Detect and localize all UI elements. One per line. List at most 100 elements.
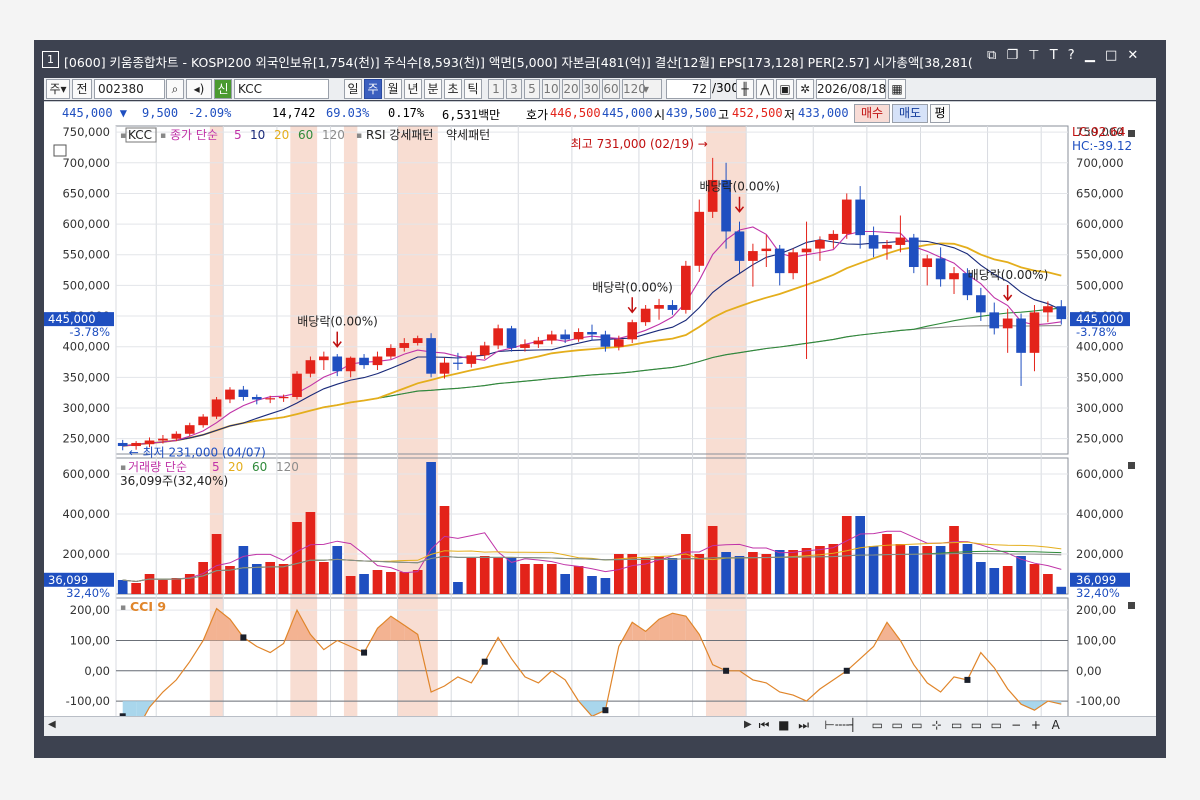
candle-body	[989, 312, 1000, 329]
volume-bar	[198, 562, 208, 594]
candle-body	[560, 334, 571, 340]
candle-body	[426, 338, 436, 374]
volume-bar	[439, 506, 450, 594]
close-icon[interactable]: ✕	[1127, 48, 1138, 63]
period-button[interactable]: 분	[424, 79, 442, 99]
volume-bar	[506, 558, 517, 594]
open-price: 439,500	[666, 106, 717, 120]
candle-type-icon[interactable]: ╫	[736, 79, 754, 99]
layout-icon-5[interactable]: ▭	[968, 718, 984, 732]
chart-area[interactable]: 250,000 250,000 300,000 300,000 350,000 350,0…	[44, 124, 1156, 736]
cci-axis-tick-right: 200,00	[1076, 603, 1116, 617]
candle-body	[439, 362, 450, 374]
minute-button[interactable]: 10	[542, 79, 560, 99]
layout-icon-2[interactable]: ▭	[889, 718, 905, 732]
zoom-in-icon[interactable]: +	[1028, 718, 1044, 732]
period-button[interactable]: 월	[384, 79, 402, 99]
zoom-out-icon[interactable]: −	[1008, 718, 1024, 732]
candle-body	[546, 334, 557, 341]
horizontal-scrollbar[interactable]: ◀ ▶ ⏮ ■ ⏭ ⊢╌╌┤ ▭ ▭ ▭ ⊹ ▭ ▭ ▭ − + A	[44, 716, 1156, 736]
minute-button[interactable]: 30	[582, 79, 600, 99]
scroll-left-icon[interactable]: ◀	[48, 719, 56, 730]
period-button[interactable]: 일	[344, 79, 362, 99]
credit-badge[interactable]: 신	[214, 79, 232, 99]
crosshair-icon[interactable]: ⊹	[929, 718, 945, 732]
zoom-slider[interactable]: ⊢╌╌┤	[815, 718, 865, 732]
stop-icon[interactable]: ■	[776, 718, 792, 732]
minute-button[interactable]: 1	[488, 79, 504, 99]
volume-bar	[117, 580, 128, 594]
window-number[interactable]: 1	[42, 51, 59, 68]
buy-button[interactable]: 매수	[854, 104, 890, 123]
save-icon[interactable]: ▣	[776, 79, 794, 99]
open-label: 시	[654, 108, 666, 122]
help-icon[interactable]: ?	[1068, 48, 1075, 63]
minute-button[interactable]: 60	[602, 79, 620, 99]
candle-body	[453, 362, 463, 364]
cci-overbought-fill	[659, 613, 673, 641]
volume-ma-period: 60	[252, 460, 267, 474]
copy-icon[interactable]: ❐	[1006, 48, 1018, 63]
date-input[interactable]: 2026/08/18	[816, 79, 886, 99]
type-select[interactable]: 주▾	[46, 79, 70, 99]
scroll-right-icon[interactable]: ▶	[744, 719, 752, 730]
all-button[interactable]: 전	[72, 79, 92, 99]
candle-body	[479, 345, 490, 356]
layout-icon-3[interactable]: ▭	[909, 718, 925, 732]
volume-axis-tick-right: 400,000	[1076, 507, 1124, 521]
cci-axis-tick-right: 100,00	[1076, 633, 1116, 647]
minute-button[interactable]: 120	[622, 79, 646, 99]
period-button[interactable]: 틱	[464, 79, 482, 99]
volume-axis-tick-left: 400,000	[62, 507, 110, 521]
layout-icon-4[interactable]: ▭	[949, 718, 965, 732]
period-button[interactable]: 년	[404, 79, 422, 99]
font-icon[interactable]: T	[1050, 48, 1058, 63]
candle-body	[895, 237, 906, 245]
volume-rate-right: 32,40%	[1076, 586, 1120, 600]
candle-body	[332, 356, 343, 372]
volume-bar	[399, 572, 410, 594]
minimize-icon[interactable]: ▁	[1085, 48, 1095, 63]
volume-bar	[158, 580, 168, 594]
calendar-icon[interactable]: ▦	[888, 79, 906, 99]
ma-legend-period: 120	[322, 128, 345, 142]
candle-body	[734, 231, 745, 261]
maximize-icon[interactable]: □	[1105, 48, 1117, 63]
current-price-left: 445,000	[48, 312, 96, 326]
dividend-annotation-1-arrow	[332, 331, 342, 348]
volume-rate-left: 32,40%	[66, 586, 110, 600]
line-type-icon[interactable]: ⋀	[756, 79, 774, 99]
volume-bar	[479, 556, 490, 594]
eval-button[interactable]: 평	[930, 104, 950, 123]
candle-body	[359, 357, 369, 366]
volume-bar	[801, 548, 812, 594]
font-size-icon[interactable]: A	[1048, 718, 1064, 732]
legend-bullet: ▪	[120, 131, 126, 141]
period-button[interactable]: 초	[444, 79, 462, 99]
layout-icon-1[interactable]: ▭	[869, 718, 885, 732]
speaker-icon[interactable]: ◂)	[186, 79, 212, 99]
minute-button[interactable]: 5	[524, 79, 540, 99]
go-last-icon[interactable]: ⏭	[796, 718, 812, 733]
gear-icon[interactable]: ✲	[796, 79, 814, 99]
layout-icon-6[interactable]: ▭	[988, 718, 1004, 732]
ask-price: 445,000	[602, 106, 653, 120]
volume-bar	[426, 462, 436, 594]
pin-icon[interactable]: ⊤	[1028, 48, 1039, 63]
minute-button[interactable]: 20	[562, 79, 580, 99]
count-input[interactable]: 72	[666, 79, 711, 99]
ma-legend-period: 5	[234, 128, 242, 142]
stock-name-field[interactable]: KCC	[234, 79, 329, 99]
candle-body	[681, 265, 691, 310]
chart-svg[interactable]: 250,000 250,000 300,000 300,000 350,000 350,0…	[44, 124, 1156, 716]
price-axis-tick-right: 500,000	[1076, 278, 1124, 292]
code-input[interactable]: 002380	[94, 79, 165, 99]
minute-button[interactable]: 3	[506, 79, 522, 99]
period-button[interactable]: 주	[364, 79, 382, 99]
link-icon[interactable]: ⧉	[987, 48, 996, 63]
candle-body	[466, 355, 477, 364]
search-icon[interactable]: ⌕	[166, 79, 184, 99]
volume-bar	[1029, 564, 1040, 594]
go-first-icon[interactable]: ⏮	[756, 718, 772, 733]
sell-button[interactable]: 매도	[892, 104, 928, 123]
